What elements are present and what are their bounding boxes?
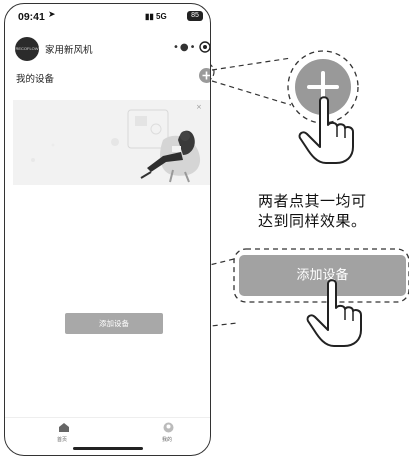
dashed-line-top-1 (211, 57, 292, 71)
brand-logo: RECOFLOW (15, 37, 39, 61)
signal-text: ▮▮ 5G (145, 12, 167, 21)
phone-frame: 09:41 ➤ ▮▮ 5G 85 RECOFLOW 家用新风机 •●• 我的设备 (4, 3, 211, 456)
pointing-hand-icon (306, 279, 362, 347)
status-bar: 09:41 ➤ ▮▮ 5G 85 (5, 4, 210, 30)
empty-state-illustration (13, 100, 210, 185)
target-icon[interactable] (199, 41, 211, 53)
more-dots-icon[interactable]: •●• (173, 42, 197, 53)
profile-icon[interactable] (163, 422, 174, 433)
status-time: 09:41 (18, 11, 45, 23)
tab-my-label[interactable]: 我的 (162, 436, 172, 443)
annotation-line-2: 达到同样效果。 (258, 212, 367, 230)
annotation-line-1: 两者点其一均可 (258, 192, 367, 210)
home-indicator (73, 447, 143, 450)
plus-icon (202, 71, 210, 80)
network-label: 5G (156, 12, 167, 21)
dashed-line-top-2 (211, 80, 292, 106)
home-icon[interactable] (58, 422, 70, 433)
tabbar-divider (5, 417, 210, 418)
add-device-plus-button[interactable] (199, 68, 210, 83)
tab-home-label[interactable]: 首页 (57, 436, 67, 443)
location-icon: ➤ (48, 10, 56, 20)
app-name: 家用新风机 (45, 45, 93, 56)
pointing-hand-icon (298, 96, 354, 164)
banner-close-icon[interactable]: × (196, 103, 202, 111)
section-title: 我的设备 (16, 74, 55, 85)
add-device-button[interactable]: 添加设备 (65, 313, 163, 334)
battery-icon: 85 (187, 11, 203, 21)
person-chair-illustration (31, 109, 201, 183)
